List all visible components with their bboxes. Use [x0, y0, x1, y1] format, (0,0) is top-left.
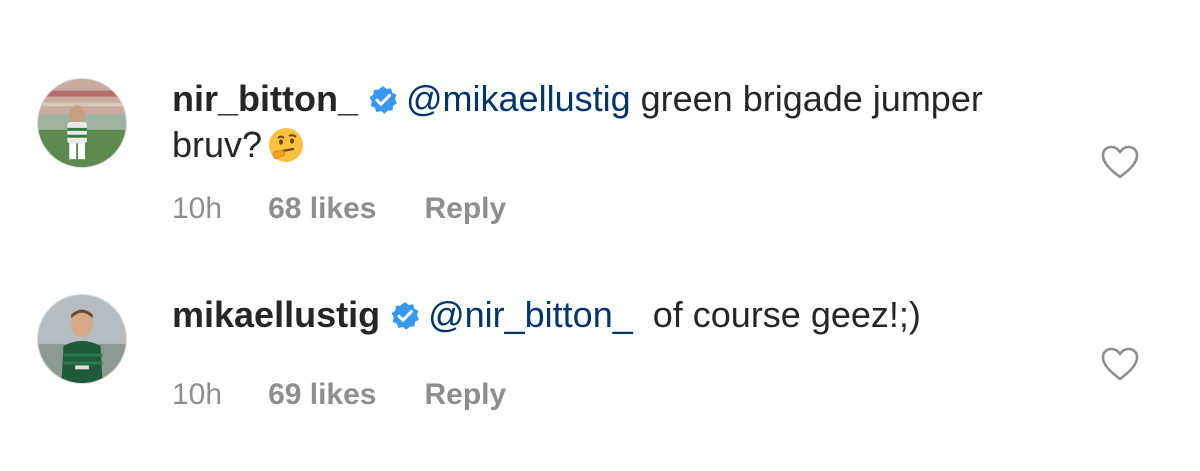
verified-badge-icon	[390, 301, 420, 331]
comment-timestamp: 10h	[172, 378, 223, 411]
comment-username[interactable]: mikaellustig	[172, 294, 380, 335]
thinking-face-icon	[266, 125, 306, 165]
avatar[interactable]	[37, 294, 127, 384]
comment-mention[interactable]: @mikaellustig	[406, 78, 631, 119]
comment-mention[interactable]: @nir_bitton_	[428, 294, 633, 335]
heart-icon[interactable]	[1100, 346, 1140, 382]
comment-username[interactable]: nir_bitton_	[172, 78, 358, 119]
comment-text: of course geez!;)	[632, 294, 921, 335]
avatar[interactable]	[37, 78, 127, 168]
reply-button[interactable]: Reply	[425, 378, 507, 412]
comment-timestamp: 10h	[172, 192, 223, 225]
verified-badge-icon	[368, 85, 398, 115]
heart-icon[interactable]	[1100, 144, 1140, 180]
comment-likes[interactable]: 69 likes	[268, 378, 376, 412]
reply-button[interactable]: Reply	[425, 192, 507, 226]
comment-likes[interactable]: 68 likes	[268, 192, 376, 226]
